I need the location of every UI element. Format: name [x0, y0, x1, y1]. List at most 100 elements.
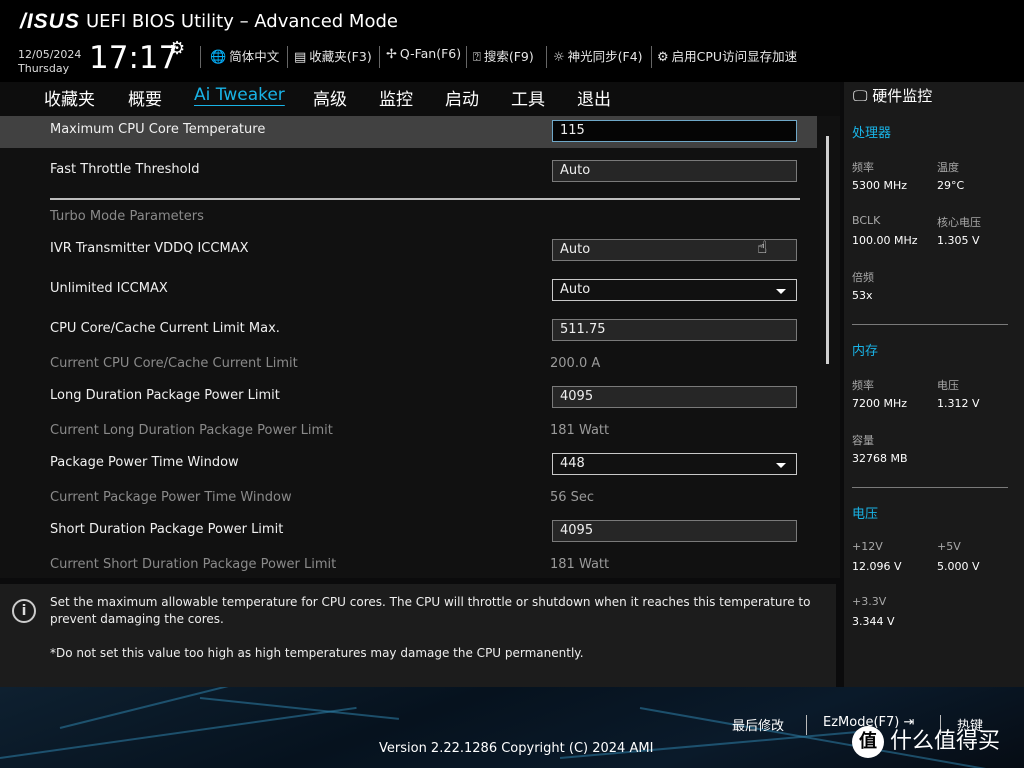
- window-title: UEFI BIOS Utility – Advanced Mode: [86, 11, 398, 32]
- v5-value: 5.000 V: [937, 560, 980, 573]
- readonly-value: 56 Sec: [550, 490, 595, 505]
- aura-light-icon: ☼: [553, 50, 565, 65]
- aura-sync-label: 神光同步(F4): [567, 49, 643, 64]
- resizable-bar-button[interactable]: ⚙ 启用CPU访问显存加速: [657, 46, 797, 65]
- help-search-icon: ⍰: [473, 50, 481, 65]
- version-text: Version 2.22.1286 Copyright (C) 2024 AMI: [379, 741, 654, 756]
- max-cpu-core-temperature-input[interactable]: 115: [552, 120, 797, 142]
- setting-label: IVR Transmitter VDDQ ICCMAX: [50, 241, 249, 256]
- memory-capacity-label: 容量: [852, 434, 874, 447]
- memory-section-title: 内存: [852, 344, 879, 359]
- info-icon: i: [12, 599, 36, 623]
- readonly-label: Current Short Duration Package Power Lim…: [50, 557, 337, 572]
- long-duration-power-limit-input[interactable]: 4095: [552, 386, 797, 408]
- setting-label: Short Duration Package Power Limit: [50, 522, 284, 537]
- day-display: Thursday: [18, 62, 70, 75]
- core-voltage-value: 1.305 V: [937, 234, 980, 247]
- tab-ai-tweaker[interactable]: Ai Tweaker: [194, 85, 285, 105]
- tab-advanced[interactable]: 高级: [313, 85, 347, 110]
- unlimited-iccmax-dropdown[interactable]: Auto: [552, 279, 797, 301]
- last-modified-button[interactable]: 最后修改: [732, 715, 784, 734]
- setting-label: CPU Core/Cache Current Limit Max.: [50, 321, 280, 336]
- readonly-value: 181 Watt: [550, 557, 610, 572]
- main-menu: 收藏夹 概要 Ai Tweaker 高级 监控 启动 工具 退出: [0, 82, 840, 116]
- fan-icon: ✢: [386, 47, 397, 62]
- favorites-button[interactable]: ▤ 收藏夹(F3): [294, 46, 372, 65]
- readonly-label: Current Package Power Time Window: [50, 490, 292, 505]
- footer-bar: 最后修改 EzMode(F7) ⇥ 热键 Version 2.22.1286 C…: [0, 687, 1024, 768]
- search-button[interactable]: ⍰ 搜索(F9): [473, 46, 534, 65]
- section-divider: [852, 324, 1008, 325]
- memory-voltage-value: 1.312 V: [937, 397, 980, 410]
- dropdown-value: Auto: [560, 282, 591, 297]
- footer-divider: [806, 715, 807, 735]
- qfan-button[interactable]: ✢ Q-Fan(F6): [386, 46, 461, 62]
- toolbar-divider: [379, 46, 380, 68]
- memory-voltage-label: 电压: [937, 379, 959, 392]
- section-divider: [50, 198, 800, 200]
- scrollbar[interactable]: [826, 136, 829, 364]
- setting-label: Package Power Time Window: [50, 455, 239, 470]
- resizable-bar-label: 启用CPU访问显存加速: [671, 49, 798, 64]
- watermark-text: 什么值得买: [890, 729, 1001, 754]
- v12-label: +12V: [852, 540, 883, 553]
- setting-label: Maximum CPU Core Temperature: [50, 122, 266, 137]
- tab-tool[interactable]: 工具: [511, 85, 545, 110]
- cpu-temperature-value: 29°C: [937, 179, 965, 192]
- favorites-label: 收藏夹(F3): [309, 49, 372, 64]
- tab-main[interactable]: 概要: [128, 85, 162, 110]
- toolbar-divider: [546, 46, 547, 68]
- v5-label: +5V: [937, 540, 961, 553]
- toolbar-divider: [287, 46, 288, 68]
- help-panel: i Set the maximum allowable temperature …: [0, 584, 836, 687]
- hardware-monitor-title: 🖵 硬件监控: [853, 85, 932, 106]
- qfan-label: Q-Fan(F6): [399, 46, 462, 61]
- v12-value: 12.096 V: [852, 560, 902, 573]
- core-voltage-label: 核心电压: [937, 216, 981, 229]
- core-cache-current-limit-input[interactable]: 511.75: [552, 319, 797, 341]
- voltage-section-title: 电压: [852, 507, 879, 522]
- section-heading: Turbo Mode Parameters: [50, 209, 204, 224]
- globe-icon: 🌐: [210, 50, 227, 65]
- language-label: 简体中文: [229, 49, 280, 64]
- tab-favorites[interactable]: 收藏夹: [44, 85, 95, 110]
- readonly-value: 200.0 A: [550, 356, 601, 371]
- help-warning-text: *Do not set this value too high as high …: [50, 646, 584, 660]
- package-power-time-window-dropdown[interactable]: 448: [552, 453, 797, 475]
- tab-boot[interactable]: 启动: [445, 85, 479, 110]
- fast-throttle-threshold-input[interactable]: Auto: [552, 160, 797, 182]
- memory-frequency-value: 7200 MHz: [852, 397, 908, 410]
- toolbar-divider: [651, 46, 652, 68]
- bclk-label: BCLK: [852, 214, 881, 227]
- cpu-frequency-label: 频率: [852, 161, 874, 174]
- setting-label: Unlimited ICCMAX: [50, 281, 168, 296]
- setting-label: Fast Throttle Threshold: [50, 162, 200, 177]
- ratio-value: 53x: [852, 289, 873, 302]
- monitor-icon: 🖵: [853, 87, 868, 105]
- readonly-label: Current Long Duration Package Power Limi…: [50, 423, 333, 438]
- chevron-down-icon: [776, 463, 786, 468]
- setting-label: Long Duration Package Power Limit: [50, 388, 280, 403]
- ratio-label: 倍频: [852, 271, 874, 284]
- favorites-icon: ▤: [294, 50, 307, 65]
- decorative-streak: [0, 706, 357, 759]
- watermark-logo: 值: [852, 726, 884, 758]
- bclk-value: 100.00 MHz: [852, 234, 918, 247]
- clock-display: 17:17: [89, 40, 179, 76]
- tab-monitor[interactable]: 监控: [379, 85, 413, 110]
- language-button[interactable]: 🌐 简体中文: [210, 46, 279, 65]
- gear-icon[interactable]: ⚙: [169, 38, 185, 59]
- asus-logo: /ISUS: [20, 10, 80, 33]
- v33-label: +3.3V: [852, 595, 887, 608]
- tab-exit[interactable]: 退出: [577, 85, 611, 110]
- readonly-value: 181 Watt: [550, 423, 610, 438]
- resizable-bar-icon: ⚙: [657, 50, 669, 65]
- hardware-monitor-label: 硬件监控: [872, 87, 933, 105]
- top-bar: /ISUS UEFI BIOS Utility – Advanced Mode …: [0, 0, 1024, 82]
- help-text-line: prevent damaging the cores.: [50, 612, 224, 626]
- aura-sync-button[interactable]: ☼ 神光同步(F4): [553, 46, 643, 65]
- short-duration-power-limit-input[interactable]: 4095: [552, 520, 797, 542]
- cpu-section-title: 处理器: [852, 126, 892, 141]
- settings-panel: Maximum CPU Core Temperature 115 Fast Th…: [0, 116, 840, 578]
- chevron-down-icon: [776, 289, 786, 294]
